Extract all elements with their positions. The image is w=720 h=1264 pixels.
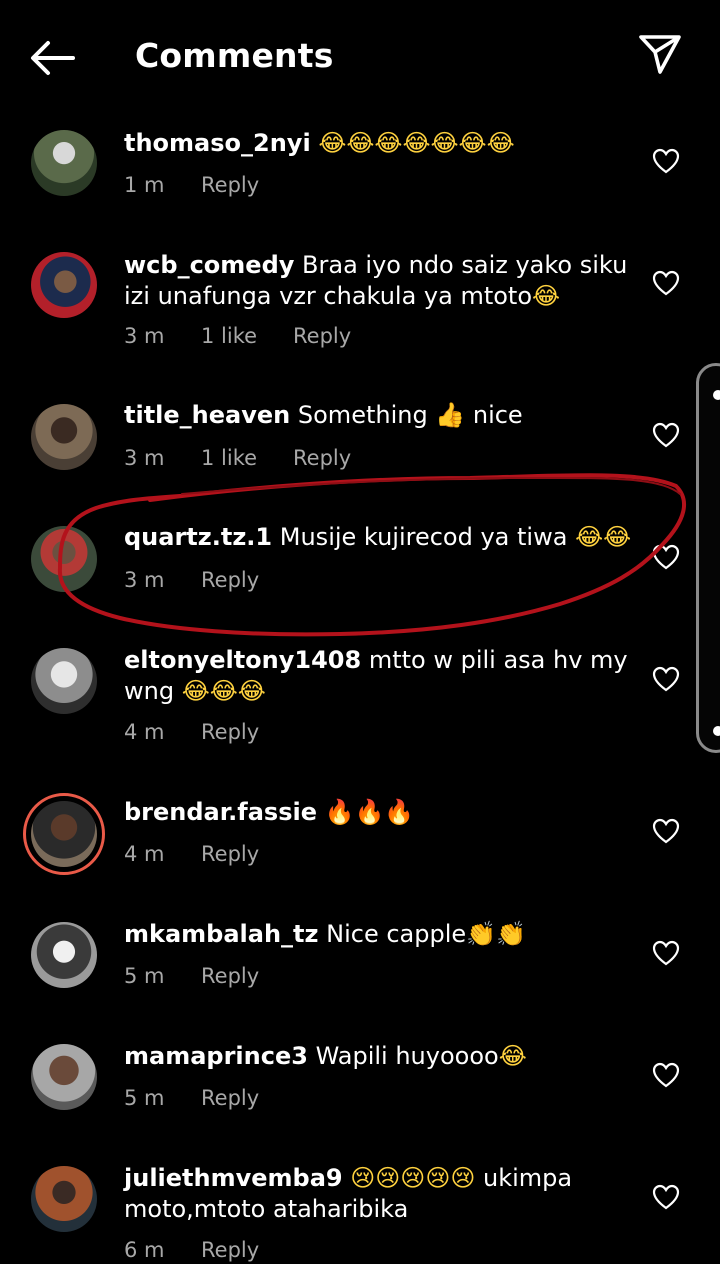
avatar-story-ring[interactable]	[23, 793, 105, 875]
comment-emoji: 😂😂	[575, 523, 632, 551]
comment-time: 4 m	[124, 720, 165, 744]
comment-emoji: 👍	[435, 401, 466, 429]
comment-emoji: 😂😂😂	[181, 677, 266, 705]
reply-button[interactable]: Reply	[201, 1236, 259, 1264]
comment-username[interactable]: wcb_comedy	[124, 251, 294, 279]
comment-time: 1 m	[124, 173, 165, 197]
back-button[interactable]	[24, 30, 80, 86]
comment-time: 3 m	[124, 324, 165, 348]
comment-text: Nice capple	[326, 920, 467, 948]
page-title: Comments	[135, 36, 334, 75]
header-bar: Comments	[0, 0, 720, 112]
heart-icon[interactable]	[652, 940, 680, 966]
paper-plane-icon	[639, 35, 681, 74]
comment-username[interactable]: mamaprince3	[124, 1042, 308, 1070]
scroll-handle[interactable]	[696, 363, 720, 753]
share-button[interactable]	[634, 28, 686, 80]
reply-button[interactable]: Reply	[201, 718, 259, 746]
heart-icon[interactable]	[652, 544, 680, 570]
comment-emoji: 👏👏	[466, 920, 526, 948]
comment-time: 6 m	[124, 1238, 165, 1262]
reply-button[interactable]: Reply	[201, 171, 259, 199]
scroll-dot-bottom	[713, 726, 720, 736]
heart-icon[interactable]	[652, 818, 680, 844]
avatar[interactable]	[31, 526, 97, 592]
reply-button[interactable]: Reply	[201, 840, 259, 868]
heart-icon[interactable]	[652, 666, 680, 692]
comment-likes[interactable]: 1 like	[201, 444, 293, 472]
comment-time: 5 m	[124, 1086, 165, 1110]
avatar[interactable]	[31, 252, 97, 318]
comment-text: Something	[297, 401, 428, 429]
heart-icon[interactable]	[652, 422, 680, 448]
comment-time: 5 m	[124, 964, 165, 988]
avatar[interactable]	[31, 648, 97, 714]
comment-username[interactable]: title_heaven	[124, 401, 290, 429]
comment-emoji: 🔥🔥🔥	[324, 798, 415, 826]
comment-username[interactable]: quartz.tz.1	[124, 523, 272, 551]
comment-emoji: 😂	[532, 282, 561, 310]
heart-icon[interactable]	[652, 148, 680, 174]
avatar[interactable]	[31, 404, 97, 470]
comment-text-after: nice	[472, 401, 523, 429]
comment-username[interactable]: brendar.fassie	[124, 798, 317, 826]
arrow-left-icon	[31, 41, 75, 75]
comment-username[interactable]: mkambalah_tz	[124, 920, 319, 948]
avatar[interactable]	[31, 1044, 97, 1110]
reply-button[interactable]: Reply	[201, 1084, 259, 1112]
comment-username[interactable]: juliethmvemba9	[124, 1164, 343, 1192]
comment-time: 3 m	[124, 568, 165, 592]
comment-emoji: 😂😂😂😂😂😂😂	[318, 129, 515, 157]
heart-icon[interactable]	[652, 270, 680, 296]
heart-icon[interactable]	[652, 1184, 680, 1210]
scroll-dot-top	[713, 390, 720, 400]
avatar[interactable]	[31, 130, 97, 196]
reply-button[interactable]: Reply	[293, 444, 351, 472]
avatar	[31, 801, 97, 867]
comment-username[interactable]: thomaso_2nyi	[124, 129, 311, 157]
comment-text: Musije kujirecod ya tiwa	[279, 523, 568, 551]
heart-icon[interactable]	[652, 1062, 680, 1088]
comment-time: 3 m	[124, 446, 165, 470]
comment-emoji: 😢😢😢😢😢	[350, 1164, 476, 1192]
comment-username[interactable]: eltonyeltony1408	[124, 646, 361, 674]
comment-text: Wapili huyoooo	[315, 1042, 499, 1070]
avatar[interactable]	[31, 922, 97, 988]
reply-button[interactable]: Reply	[293, 322, 351, 350]
comment-emoji: 😂	[498, 1042, 527, 1070]
comment-time: 4 m	[124, 842, 165, 866]
reply-button[interactable]: Reply	[201, 962, 259, 990]
comment-likes[interactable]: 1 like	[201, 322, 293, 350]
avatar[interactable]	[31, 1166, 97, 1232]
reply-button[interactable]: Reply	[201, 566, 259, 594]
